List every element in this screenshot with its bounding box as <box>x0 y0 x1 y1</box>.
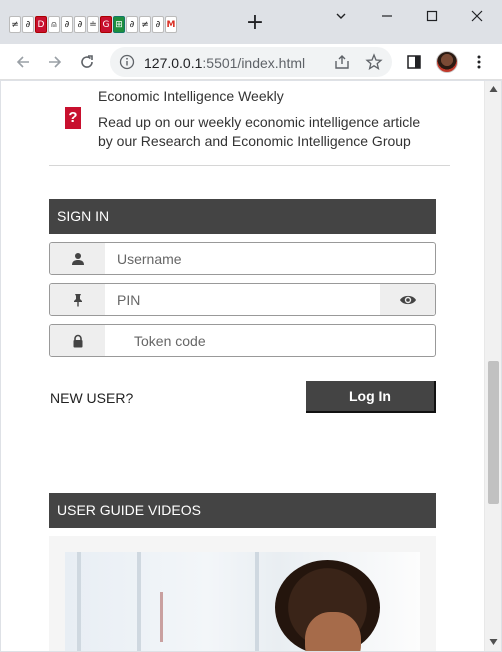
pinned-tab-favicon-icon[interactable]: M <box>165 16 177 33</box>
pinned-tab-favicon-icon[interactable]: ≠ <box>139 16 151 33</box>
token-field <box>49 324 436 357</box>
browser-toolbar: 127.0.0.1:5501/index.html <box>0 44 502 80</box>
scroll-down-icon[interactable] <box>489 638 498 646</box>
url-text: 127.0.0.1:5501/index.html <box>144 55 305 71</box>
thumbnail-window-frame <box>77 552 81 651</box>
page-viewport: ? Economic Intelligence Weekly Read up o… <box>1 81 484 651</box>
pushpin-icon <box>50 284 105 315</box>
thumbnail-window-frame <box>137 552 141 651</box>
username-input[interactable] <box>117 243 427 274</box>
scrollbar-thumb[interactable] <box>488 361 499 504</box>
news-description: Read up on our weekly economic intellige… <box>98 114 421 149</box>
signin-header: SIGN IN <box>49 199 436 234</box>
pinned-tab-favicon-icon[interactable]: ⍝ <box>48 16 60 33</box>
pinned-tab-favicon-icon[interactable]: G <box>100 16 112 33</box>
reload-icon[interactable] <box>76 51 98 73</box>
page-scrollbar[interactable] <box>484 81 501 651</box>
maximize-icon[interactable] <box>421 6 443 26</box>
pinned-tab-favicon-icon[interactable]: ⊞ <box>113 16 125 33</box>
share-icon[interactable] <box>333 53 351 71</box>
minimize-icon[interactable] <box>376 6 398 26</box>
user-guide-header: USER GUIDE VIDEOS <box>49 493 436 528</box>
show-pin-eye-icon[interactable] <box>380 284 435 315</box>
news-title[interactable]: Economic Intelligence Weekly <box>98 88 284 104</box>
close-icon[interactable] <box>466 6 488 26</box>
bookmark-star-icon[interactable] <box>365 53 383 71</box>
menu-kebab-icon[interactable] <box>468 51 490 73</box>
tab-search-icon[interactable] <box>330 6 352 26</box>
pinned-tab-favicon-icon[interactable]: ≐ <box>87 16 99 33</box>
forward-icon[interactable] <box>44 51 66 73</box>
pinned-tab-favicon-icon[interactable]: ∂ <box>126 16 138 33</box>
video-card[interactable] <box>49 536 436 651</box>
lock-icon <box>50 325 105 356</box>
token-code-input[interactable] <box>134 325 424 356</box>
pinned-tab-favicon-icon[interactable]: ∂ <box>152 16 164 33</box>
pin-field <box>49 283 436 316</box>
new-user-link[interactable]: NEW USER? <box>50 390 133 406</box>
new-tab-button[interactable]: + <box>244 12 266 36</box>
pin-input[interactable] <box>117 284 367 315</box>
thumbnail-window-frame <box>255 552 259 651</box>
user-icon <box>50 243 105 274</box>
divider <box>49 165 450 166</box>
video-thumbnail[interactable] <box>65 552 420 651</box>
login-button[interactable]: Log In <box>306 381 436 413</box>
help-question-icon: ? <box>65 107 81 129</box>
url-path: :5501/index.html <box>202 55 306 71</box>
pinned-tab-favicon-icon[interactable]: ∂ <box>22 16 34 33</box>
profile-avatar[interactable] <box>436 51 458 73</box>
tab-strip: ≠ ∂ D ⍝ ∂ ∂ ≐ G ⊞ ∂ ≠ ∂ M + <box>0 0 502 44</box>
pinned-tab-favicon-icon[interactable]: ∂ <box>61 16 73 33</box>
pinned-tabs: ≠ ∂ D ⍝ ∂ ∂ ≐ G ⊞ ∂ ≠ ∂ M <box>9 16 177 33</box>
thumbnail-plant <box>160 592 163 642</box>
scroll-up-icon[interactable] <box>489 85 498 93</box>
side-panel-icon[interactable] <box>403 51 425 73</box>
pinned-tab-favicon-icon[interactable]: ≠ <box>9 16 21 33</box>
username-field <box>49 242 436 275</box>
site-info-icon[interactable] <box>119 54 135 70</box>
pinned-tab-favicon-icon[interactable]: ∂ <box>74 16 86 33</box>
url-host: 127.0.0.1 <box>144 55 203 71</box>
pinned-tab-favicon-icon[interactable]: D <box>35 16 47 33</box>
back-icon[interactable] <box>12 51 34 73</box>
address-bar[interactable]: 127.0.0.1:5501/index.html <box>110 47 392 77</box>
